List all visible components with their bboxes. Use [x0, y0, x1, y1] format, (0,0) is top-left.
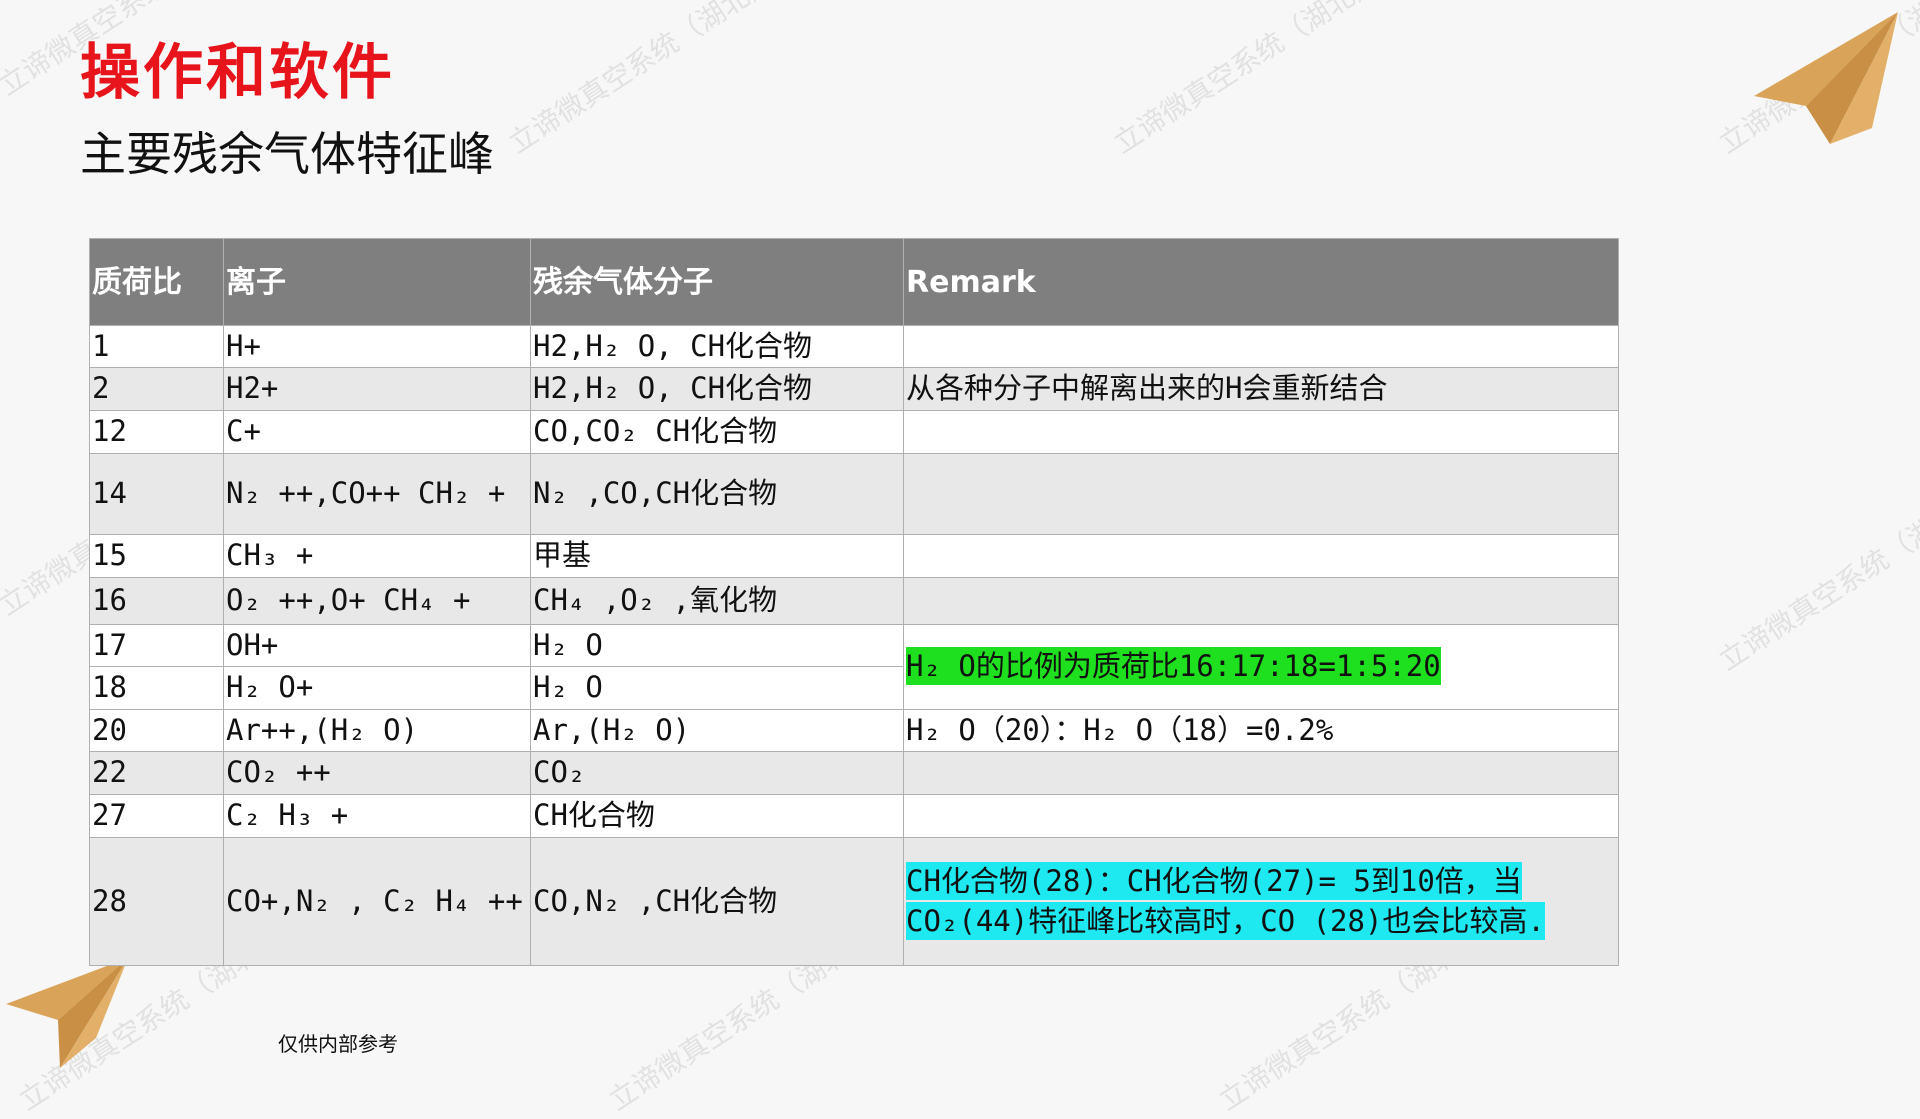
cell-molecule: CO,N₂ ,CH化合物: [530, 837, 904, 966]
watermark-text: 立谛微真空系统（湖北）有限公司: [1712, 420, 1920, 677]
remark-highlight: H₂ O的比例为质荷比16:17:18=1:5:20: [906, 647, 1441, 686]
cell-molecule: H2,H₂ O, CH化合物: [530, 325, 904, 368]
header-mz: 质荷比: [89, 238, 224, 326]
cell-ion: C+: [223, 410, 531, 454]
cell-mz: 20: [89, 709, 224, 752]
table-row: 1 H+ H2,H₂ O, CH化合物: [89, 325, 1619, 368]
cell-ion: O₂ ++,O+ CH₄ +: [223, 577, 531, 625]
cell-molecule: CH化合物: [530, 794, 904, 838]
cell-ion: CO₂ ++: [223, 751, 531, 795]
remark-highlight: CH化合物(28)：CH化合物(27)= 5到10倍，当CO₂(44)特征峰比较…: [906, 862, 1545, 940]
cell-molecule: Ar,(H₂ O): [530, 709, 904, 752]
cell-molecule: CO₂: [530, 751, 904, 795]
cell-remark: [903, 577, 1619, 625]
header-ion: 离子: [223, 238, 531, 326]
table-row: 15 CH₃ + 甲基: [89, 534, 1619, 578]
cell-ion: CO+,N₂ , C₂ H₄ ++: [223, 837, 531, 966]
cell-mz: 17: [89, 624, 224, 667]
slide-subtitle: 主要残余气体特征峰: [80, 127, 494, 181]
table-header-row: 质荷比 离子 残余气体分子 Remark: [89, 238, 1619, 326]
table-row: 27 C₂ H₃ + CH化合物: [89, 794, 1619, 838]
cell-remark: 从各种分子中解离出来的H会重新结合: [903, 367, 1619, 411]
cell-mz: 14: [89, 453, 224, 535]
table-row: 17 OH+ H₂ O H₂ O的比例为质荷比16:17:18=1:5:20: [89, 624, 1619, 710]
cell-ion: CH₃ +: [223, 534, 531, 578]
cell-molecule: 甲基: [530, 534, 904, 578]
cell-mz: 1: [89, 325, 224, 368]
table-row: 22 CO₂ ++ CO₂: [89, 751, 1619, 795]
cell-molecule: CH₄ ,O₂ ,氧化物: [530, 577, 904, 625]
cell-ion: OH+: [223, 624, 531, 667]
header-remark: Remark: [903, 238, 1619, 326]
cell-mz: 22: [89, 751, 224, 795]
watermark-text: 立谛微真空系统（湖北）有限公司: [502, 0, 873, 160]
cell-mz: 28: [89, 837, 224, 966]
cell-mz: 15: [89, 534, 224, 578]
cell-remark: H₂ O（20）：H₂ O（18）=0.2%: [903, 709, 1619, 752]
cell-mz: 16: [89, 577, 224, 625]
cell-molecule: H2,H₂ O, CH化合物: [530, 367, 904, 411]
table-row: 28 CO+,N₂ , C₂ H₄ ++ CO,N₂ ,CH化合物 CH化合物(…: [89, 837, 1619, 966]
slide-title: 操作和软件: [80, 38, 395, 108]
cell-molecule: H₂ O: [530, 624, 904, 667]
cell-mz: 2: [89, 367, 224, 411]
cell-mz: 12: [89, 410, 224, 454]
table-row: 16 O₂ ++,O+ CH₄ + CH₄ ,O₂ ,氧化物: [89, 577, 1619, 625]
watermark-text: 立谛微真空系统（湖北）有限公司: [1107, 0, 1478, 160]
cell-molecule: H₂ O: [530, 666, 904, 710]
cell-molecule: N₂ ,CO,CH化合物: [530, 453, 904, 535]
cell-molecule: CO,CO₂ CH化合物: [530, 410, 904, 454]
table-row: 2 H2+ H2,H₂ O, CH化合物 从各种分子中解离出来的H会重新结合: [89, 367, 1619, 411]
cell-mz: 27: [89, 794, 224, 838]
cell-remark: H₂ O的比例为质荷比16:17:18=1:5:20: [903, 624, 1619, 710]
cell-ion: H₂ O+: [223, 666, 531, 710]
header-molecule: 残余气体分子: [530, 238, 904, 326]
table-row: 12 C+ CO,CO₂ CH化合物: [89, 410, 1619, 454]
cell-remark: [903, 534, 1619, 578]
paper-plane-icon: [1754, 12, 1898, 144]
footer-note: 仅供内部参考: [278, 1032, 398, 1056]
cell-remark: [903, 410, 1619, 454]
cell-ion: Ar++,(H₂ O): [223, 709, 531, 752]
cell-ion: H2+: [223, 367, 531, 411]
cell-remark: [903, 453, 1619, 535]
paper-plane-icon: [6, 958, 128, 1068]
cell-ion: H+: [223, 325, 531, 368]
cell-remark: CH化合物(28)：CH化合物(27)= 5到10倍，当CO₂(44)特征峰比较…: [903, 837, 1619, 966]
cell-ion: N₂ ++,CO++ CH₂ +: [223, 453, 531, 535]
cell-remark: [903, 751, 1619, 795]
table-row: 14 N₂ ++,CO++ CH₂ + N₂ ,CO,CH化合物: [89, 453, 1619, 535]
cell-ion: C₂ H₃ +: [223, 794, 531, 838]
cell-remark: [903, 794, 1619, 838]
cell-remark: [903, 325, 1619, 368]
cell-mz: 18: [89, 666, 224, 710]
table-row: 20 Ar++,(H₂ O) Ar,(H₂ O) H₂ O（20）：H₂ O（1…: [89, 709, 1619, 752]
residual-gas-peaks-table: 质荷比 离子 残余气体分子 Remark 1 H+ H2,H₂ O, CH化合物…: [89, 238, 1619, 966]
